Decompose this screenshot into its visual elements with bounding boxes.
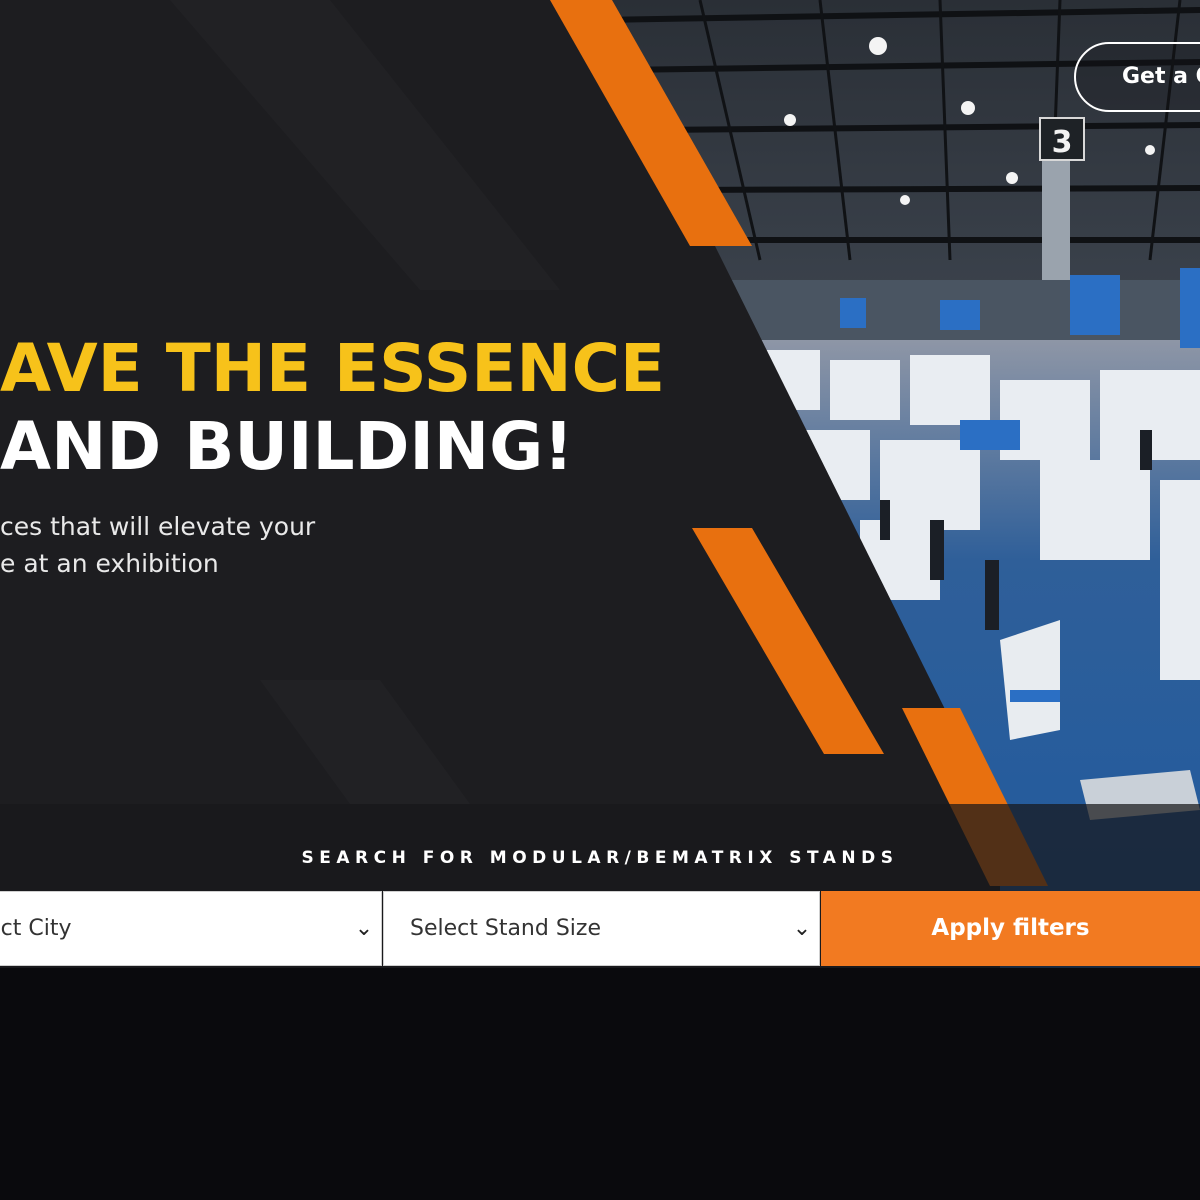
chevron-down-icon: ⌄ [354,916,374,941]
subtext-line-1: ces that will elevate your [0,512,316,541]
hero-headline: AVE THE ESSENCE AND BUILDING! [0,330,665,486]
get-quote-button[interactable]: Get a Q [1074,42,1200,112]
search-heading: SEARCH FOR MODULAR/BEMATRIX STANDS [301,848,899,868]
headline-line-1: AVE THE ESSENCE [0,330,666,407]
hero-subtext: ces that will elevate your e at an exhib… [0,508,315,582]
hero-section: 3 AVE THE ESSENCE AND BUILDING! ces that… [0,0,1200,968]
chevron-down-icon: ⌄ [792,916,812,941]
headline-line-2: AND BUILDING! [0,408,574,485]
city-select-value: lect City [0,916,72,941]
city-select[interactable]: lect City ⌄ [0,891,382,966]
page-bottom-area [0,968,1200,1200]
stand-size-select-value: Select Stand Size [410,916,601,941]
apply-filters-button[interactable]: Apply filters [821,891,1200,966]
subtext-line-2: e at an exhibition [0,549,219,578]
stand-size-select[interactable]: Select Stand Size ⌄ [383,891,820,966]
